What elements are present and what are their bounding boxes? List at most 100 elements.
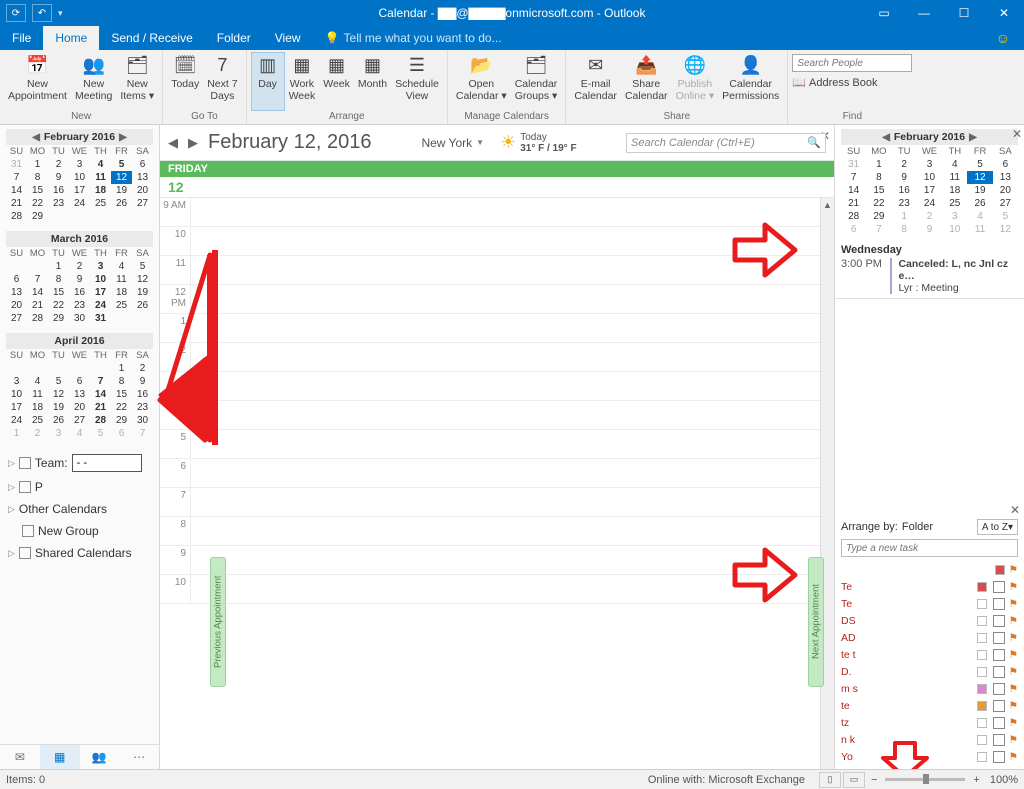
nav-calendar-button[interactable]: ▦ [40, 745, 80, 769]
reading-view-button[interactable]: ▭ [843, 772, 865, 788]
month-title[interactable]: February 2016 [44, 131, 115, 143]
time-slot[interactable] [190, 401, 834, 429]
calendar-day[interactable]: 27 [993, 197, 1018, 210]
calendar-day[interactable]: 5 [48, 375, 69, 388]
calendar-day[interactable]: 23 [892, 197, 917, 210]
calendar-day[interactable]: 4 [69, 427, 90, 440]
calendar-day[interactable]: 27 [6, 312, 27, 325]
work-week-button[interactable]: ▦Work Week [285, 52, 320, 111]
calendar-day[interactable]: 17 [917, 184, 942, 197]
search-icon[interactable]: 🔍 [807, 136, 821, 149]
calendar-day[interactable]: 31 [90, 312, 111, 325]
time-slot[interactable] [190, 285, 834, 313]
task-checkbox[interactable] [993, 717, 1005, 729]
time-slot[interactable] [190, 430, 834, 458]
calendar-day[interactable]: 28 [841, 210, 866, 223]
calendar-day[interactable]: 22 [111, 401, 132, 414]
category-icon[interactable] [977, 616, 987, 626]
calendar-day[interactable]: 21 [841, 197, 866, 210]
calendar-day[interactable]: 9 [69, 273, 90, 286]
calendar-day[interactable] [69, 210, 90, 223]
flag-icon[interactable]: ⚑ [1009, 717, 1018, 729]
calendar-day[interactable]: 14 [6, 184, 27, 197]
task-item[interactable]: tz ⚑ [841, 714, 1018, 731]
search-calendar-input[interactable]: Search Calendar (Ctrl+E)🔍 [626, 133, 826, 153]
calendar-day[interactable]: 14 [841, 184, 866, 197]
calendar-day[interactable]: 2 [27, 427, 48, 440]
flag-icon[interactable]: ⚑ [1009, 751, 1018, 763]
task-checkbox[interactable] [993, 666, 1005, 678]
week-view-button[interactable]: ▦Week [319, 52, 354, 111]
calendar-day[interactable]: 31 [6, 158, 27, 171]
calendar-day[interactable]: 5 [132, 260, 153, 273]
prev-month-button[interactable]: ◀ [882, 132, 890, 143]
calendar-day[interactable]: 12 [132, 273, 153, 286]
task-item[interactable]: m s ⚑ [841, 680, 1018, 697]
qat-sendreceive-icon[interactable]: ⟳ [6, 4, 26, 22]
calendar-day[interactable]: 21 [27, 299, 48, 312]
calendar-day[interactable]: 19 [48, 401, 69, 414]
calendar-day[interactable]: 4 [967, 210, 992, 223]
time-slot[interactable] [190, 227, 834, 255]
nav-people-button[interactable]: 👥 [80, 745, 120, 769]
arrange-by-folder[interactable]: Folder [902, 521, 933, 533]
calendar-day[interactable]: 19 [111, 184, 132, 197]
team-input[interactable] [72, 454, 142, 472]
flag-icon[interactable]: ⚑ [1009, 700, 1018, 712]
zoom-in-button[interactable]: + [969, 774, 983, 786]
calendar-day[interactable]: 4 [27, 375, 48, 388]
category-icon[interactable] [977, 735, 987, 745]
next-day-button[interactable]: ▶ [188, 135, 198, 151]
time-slot[interactable] [190, 198, 834, 226]
calendar-day[interactable]: 7 [841, 171, 866, 184]
task-checkbox[interactable] [993, 683, 1005, 695]
calendar-day[interactable]: 10 [90, 273, 111, 286]
schedule-view-button[interactable]: ☰Schedule View [391, 52, 443, 111]
category-icon[interactable] [977, 650, 987, 660]
calendar-day[interactable]: 1 [48, 260, 69, 273]
calendar-day[interactable] [111, 312, 132, 325]
task-checkbox[interactable] [993, 598, 1005, 610]
calendar-day[interactable]: 29 [866, 210, 891, 223]
email-calendar-button[interactable]: ✉E-mail Calendar [570, 52, 621, 111]
calendar-day[interactable]: 26 [132, 299, 153, 312]
share-calendar-button[interactable]: 📤Share Calendar [621, 52, 672, 111]
feedback-smiley-icon[interactable]: ☺ [996, 26, 1010, 50]
calendar-day[interactable] [27, 260, 48, 273]
calendar-day[interactable]: 22 [866, 197, 891, 210]
calendar-day[interactable]: 15 [27, 184, 48, 197]
flag-icon[interactable]: ⚑ [1009, 564, 1018, 576]
calendar-day[interactable]: 15 [48, 286, 69, 299]
publish-online-button[interactable]: 🌐Publish Online ▾ [672, 52, 719, 111]
calendar-day[interactable]: 9 [132, 375, 153, 388]
sort-order[interactable]: A to Z ▾ [977, 519, 1018, 535]
search-people-input[interactable] [792, 54, 912, 72]
flag-icon[interactable]: ⚑ [1009, 649, 1018, 661]
category-icon[interactable] [977, 599, 987, 609]
zoom-out-button[interactable]: − [867, 774, 881, 786]
tab-view[interactable]: View [263, 26, 313, 50]
task-checkbox[interactable] [993, 649, 1005, 661]
month-view-button[interactable]: ▦Month [354, 52, 391, 111]
task-category-header[interactable]: ⚑ [841, 561, 1018, 578]
day-grid[interactable]: ▲ 9 AM101112 PM12345678910 [160, 197, 834, 769]
new-appointment-button[interactable]: 📅New Appointment [4, 52, 71, 111]
flag-icon[interactable]: ⚑ [1009, 581, 1018, 593]
agenda-item[interactable]: 3:00 PM Canceled: L, nc Jnl cz e…Lyr : M… [841, 258, 1018, 294]
calendar-day[interactable]: 2 [48, 158, 69, 171]
calendar-day[interactable]: 2 [69, 260, 90, 273]
calendar-day[interactable]: 6 [841, 223, 866, 236]
calendar-day[interactable]: 13 [69, 388, 90, 401]
calendar-day[interactable]: 7 [90, 375, 111, 388]
time-slot[interactable] [190, 459, 834, 487]
calendar-day[interactable]: 5 [90, 427, 111, 440]
calendar-day[interactable]: 16 [892, 184, 917, 197]
calendar-day[interactable]: 8 [892, 223, 917, 236]
calendar-day[interactable] [48, 210, 69, 223]
calendar-day[interactable]: 18 [942, 184, 967, 197]
calendar-day[interactable]: 3 [69, 158, 90, 171]
calendar-day[interactable]: 8 [27, 171, 48, 184]
calendar-day[interactable]: 4 [90, 158, 111, 171]
new-meeting-button[interactable]: 👥New Meeting [71, 52, 116, 111]
previous-appointment-tab[interactable]: Previous Appointment [210, 557, 226, 687]
